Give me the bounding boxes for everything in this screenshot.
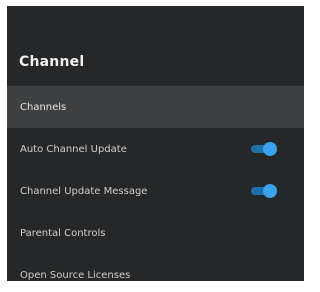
toggle-knob xyxy=(263,142,277,156)
menu-item-label: Parental Controls xyxy=(20,227,106,239)
panel-title: Channel xyxy=(19,54,85,70)
menu-item-open-source-licenses[interactable]: Open Source Licenses xyxy=(7,254,304,281)
menu-item-label: Channel Update Message xyxy=(20,185,148,197)
menu-item-label: Open Source Licenses xyxy=(20,269,131,281)
toggle-knob xyxy=(263,184,277,198)
menu-item-label: Auto Channel Update xyxy=(20,143,127,155)
settings-menu: Channels Auto Channel Update Channel Upd… xyxy=(7,86,304,281)
channel-settings-panel: Channel Channels Auto Channel Update Cha… xyxy=(7,6,304,281)
menu-item-channel-update-message[interactable]: Channel Update Message xyxy=(7,170,304,212)
channel-update-message-toggle[interactable] xyxy=(251,184,277,198)
menu-item-parental-controls[interactable]: Parental Controls xyxy=(7,212,304,254)
menu-item-label: Channels xyxy=(20,101,67,113)
menu-item-auto-channel-update[interactable]: Auto Channel Update xyxy=(7,128,304,170)
menu-item-channels[interactable]: Channels xyxy=(7,86,304,128)
auto-channel-update-toggle[interactable] xyxy=(251,142,277,156)
